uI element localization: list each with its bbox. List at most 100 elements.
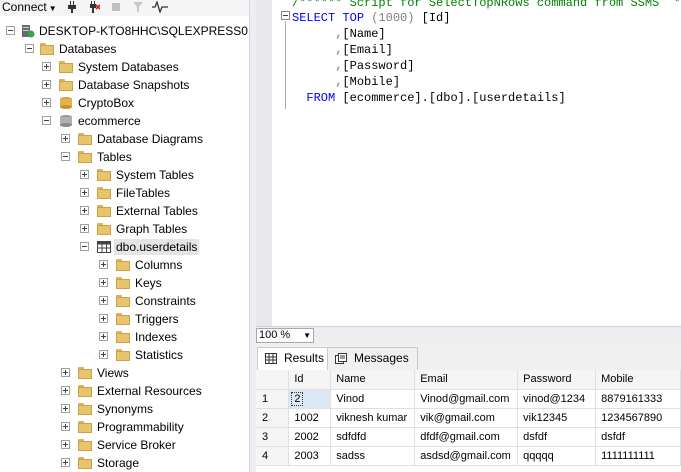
table-row[interactable]: 3 2002 sdfdfd dfdf@gmail.com dsfdf dsfdf	[256, 427, 681, 447]
expand-icon[interactable]	[61, 386, 70, 395]
tree-node-programmability[interactable]: Programmability	[0, 418, 249, 436]
cell-email[interactable]: Vinod@gmail.com	[414, 389, 519, 409]
cell-name[interactable]: Vinod	[330, 389, 416, 409]
expand-icon[interactable]	[42, 98, 51, 107]
expand-icon[interactable]	[99, 314, 108, 323]
row-number[interactable]: 4	[256, 446, 290, 466]
collapse-icon[interactable]	[61, 152, 70, 161]
cell-mobile[interactable]: 1234567890	[595, 408, 681, 428]
tree-node-external-resources[interactable]: External Resources	[0, 382, 249, 400]
cell-id[interactable]: 2002	[288, 427, 332, 447]
expand-icon[interactable]	[61, 134, 70, 143]
corner-cell[interactable]	[256, 370, 290, 390]
query-editor[interactable]: /****** Script for SelectTopNRows comman…	[272, 0, 681, 326]
column-header-mobile[interactable]: Mobile	[595, 370, 681, 390]
results-grid[interactable]: Id Name Email Password Mobile 1 2 Vinod …	[256, 370, 681, 472]
tab-results[interactable]: Results	[257, 347, 334, 371]
row-number[interactable]: 2	[256, 408, 290, 428]
table-row[interactable]: 2 1002 viknesh kumar vik@gmail.com vik12…	[256, 408, 681, 428]
panel-splitter[interactable]	[249, 0, 256, 472]
tree-node-indexes[interactable]: Indexes	[0, 328, 249, 346]
cell-id[interactable]: 1002	[288, 408, 332, 428]
row-number[interactable]: 1	[256, 389, 290, 409]
tree-node-ecommerce[interactable]: ecommerce	[0, 112, 249, 130]
tree-node-views[interactable]: Views	[0, 364, 249, 382]
expand-icon[interactable]	[99, 350, 108, 359]
tree-node-database-snapshots[interactable]: Database Snapshots	[0, 76, 249, 94]
tree-node-databases[interactable]: Databases	[0, 40, 249, 58]
tree-node-userdetails[interactable]: dbo.userdetails	[0, 238, 249, 256]
tree-node-storage[interactable]: Storage	[0, 454, 249, 472]
tree-node-system-tables[interactable]: System Tables	[0, 166, 249, 184]
stop-icon[interactable]	[110, 1, 122, 13]
plug-icon[interactable]	[66, 1, 78, 13]
expand-icon[interactable]	[61, 440, 70, 449]
expand-icon[interactable]	[80, 188, 89, 197]
cell-mobile[interactable]: 1111111111	[595, 446, 681, 466]
tree-node-server[interactable]: DESKTOP-KTO8HHC\SQLEXPRESS01 (S	[0, 22, 249, 40]
expand-icon[interactable]	[80, 170, 89, 179]
chevron-down-icon[interactable]: ▼	[303, 329, 311, 342]
expand-icon[interactable]	[61, 422, 70, 431]
expand-icon[interactable]	[99, 260, 108, 269]
expand-icon[interactable]	[80, 224, 89, 233]
cell-email[interactable]: dfdf@gmail.com	[414, 427, 519, 447]
cell-name[interactable]: viknesh kumar	[330, 408, 416, 428]
disconnect-icon[interactable]	[88, 1, 100, 13]
expand-icon[interactable]	[61, 404, 70, 413]
tree-node-constraints[interactable]: Constraints	[0, 292, 249, 310]
server-icon	[22, 25, 35, 38]
column-header-password[interactable]: Password	[517, 370, 597, 390]
expand-icon[interactable]	[42, 62, 51, 71]
cell-mobile[interactable]: dsfdf	[595, 427, 681, 447]
tree-node-external-tables[interactable]: External Tables	[0, 202, 249, 220]
cell-mobile[interactable]: 8879161333	[595, 389, 681, 409]
tree-node-synonyms[interactable]: Synonyms	[0, 400, 249, 418]
collapse-icon[interactable]	[42, 116, 51, 125]
expand-icon[interactable]	[99, 332, 108, 341]
tree-node-cryptobox[interactable]: CryptoBox	[0, 94, 249, 112]
cell-id[interactable]: 2003	[288, 446, 332, 466]
connect-dropdown-icon[interactable]: ▼	[49, 4, 57, 13]
tree-node-keys[interactable]: Keys	[0, 274, 249, 292]
expand-icon[interactable]	[80, 206, 89, 215]
zoom-select[interactable]: 100 % ▼	[256, 328, 314, 343]
cell-password[interactable]: vik12345	[517, 408, 597, 428]
tree-node-triggers[interactable]: Triggers	[0, 310, 249, 328]
table-row[interactable]: 1 2 Vinod Vinod@gmail.com vinod@1234 887…	[256, 389, 681, 409]
column-header-email[interactable]: Email	[414, 370, 519, 390]
column-header-id[interactable]: Id	[288, 370, 332, 390]
cell-id[interactable]: 2	[288, 389, 332, 409]
cell-email[interactable]: asdsd@gmail.com	[414, 446, 519, 466]
tree-node-graph-tables[interactable]: Graph Tables	[0, 220, 249, 238]
tab-messages[interactable]: Messages	[327, 347, 418, 370]
collapse-icon[interactable]	[6, 26, 15, 35]
collapse-icon[interactable]	[80, 242, 89, 251]
tree-node-service-broker[interactable]: Service Broker	[0, 436, 249, 454]
cell-password[interactable]: vinod@1234	[517, 389, 597, 409]
expand-icon[interactable]	[61, 368, 70, 377]
filter-icon[interactable]	[132, 1, 144, 13]
cell-name[interactable]: sdfdfd	[330, 427, 416, 447]
cell-name[interactable]: sadss	[330, 446, 416, 466]
tree-node-statistics[interactable]: Statistics	[0, 346, 249, 364]
expand-icon[interactable]	[99, 278, 108, 287]
expand-icon[interactable]	[61, 458, 70, 467]
tree-node-tables[interactable]: Tables	[0, 148, 249, 166]
expand-icon[interactable]	[99, 296, 108, 305]
connect-button[interactable]: Connect ▼	[2, 0, 57, 14]
collapse-icon[interactable]	[25, 44, 34, 53]
row-number[interactable]: 3	[256, 427, 290, 447]
tree-node-system-databases[interactable]: System Databases	[0, 58, 249, 76]
tree-node-database-diagrams[interactable]: Database Diagrams	[0, 130, 249, 148]
column-header-name[interactable]: Name	[330, 370, 416, 390]
expand-icon[interactable]	[42, 80, 51, 89]
cell-email[interactable]: vik@gmail.com	[414, 408, 519, 428]
tree-node-columns[interactable]: Columns	[0, 256, 249, 274]
cell-password[interactable]: dsfdf	[517, 427, 597, 447]
activity-icon[interactable]	[152, 1, 168, 13]
tree-node-filetables[interactable]: FileTables	[0, 184, 249, 202]
table-row[interactable]: 4 2003 sadss asdsd@gmail.com qqqqq 11111…	[256, 446, 681, 466]
code-collapse-icon[interactable]	[281, 11, 290, 20]
cell-password[interactable]: qqqqq	[517, 446, 597, 466]
